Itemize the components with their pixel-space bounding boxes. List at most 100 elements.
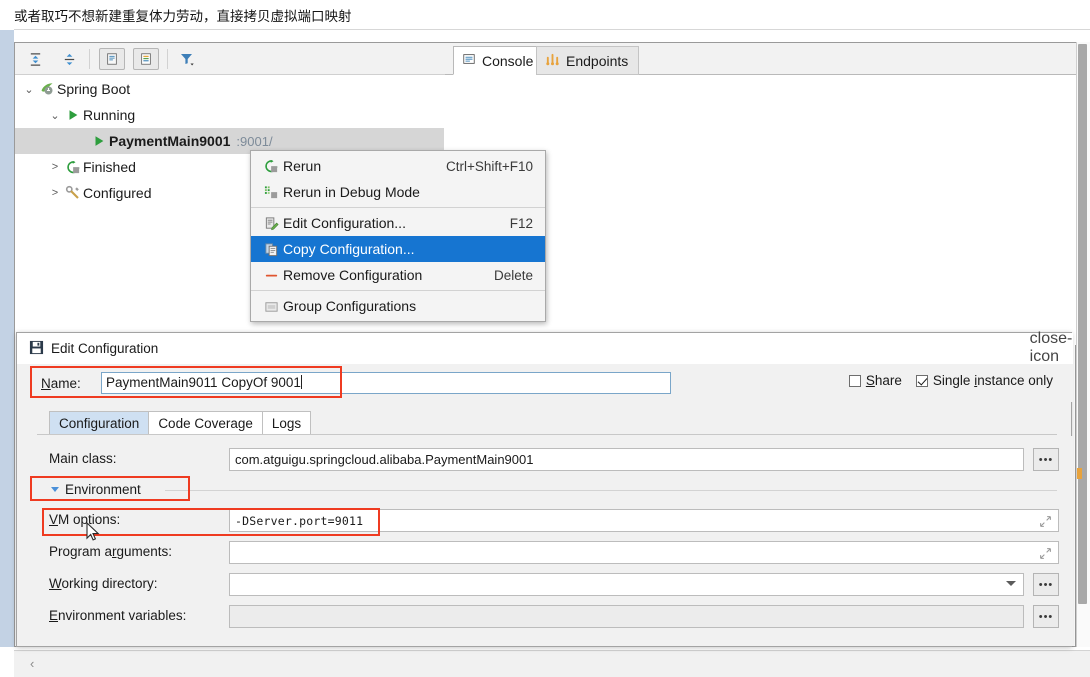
tree-node-label: Running bbox=[83, 107, 136, 123]
menu-item-copy-configuration[interactable]: Copy Configuration... bbox=[251, 236, 545, 262]
menu-item-label: Edit Configuration... bbox=[283, 215, 406, 231]
environment-variables-input[interactable] bbox=[229, 605, 1024, 628]
wrench-icon bbox=[63, 185, 83, 201]
close-icon[interactable]: close-icon bbox=[1030, 330, 1073, 365]
menu-item-label: Rerun in Debug Mode bbox=[283, 184, 420, 200]
program-arguments-label: Program arguments: bbox=[49, 544, 173, 559]
single-instance-checkbox[interactable]: Single instance only bbox=[915, 373, 1053, 388]
remove-minus-icon bbox=[259, 268, 283, 283]
program-arguments-input[interactable] bbox=[229, 541, 1059, 564]
tree-node-running[interactable]: ⌄ Running bbox=[15, 102, 444, 128]
menu-item-label: Remove Configuration bbox=[283, 267, 423, 283]
menu-separator bbox=[251, 207, 545, 208]
collapse-all-icon[interactable] bbox=[57, 48, 81, 70]
section-divider bbox=[165, 490, 1057, 491]
menu-item-label: Rerun bbox=[283, 158, 322, 174]
chevron-down-icon[interactable]: ⌄ bbox=[21, 83, 37, 96]
main-class-label: Main class: bbox=[49, 451, 117, 466]
tree-node-label: Spring Boot bbox=[57, 81, 131, 97]
environment-variables-browse-button[interactable]: ••• bbox=[1033, 605, 1059, 628]
show-console-icon[interactable] bbox=[99, 48, 125, 70]
chevron-down-icon[interactable] bbox=[1006, 581, 1016, 586]
menu-item-remove-configuration[interactable]: Remove Configuration Delete bbox=[251, 262, 545, 288]
working-directory-input[interactable] bbox=[229, 573, 1024, 596]
vertical-scrollbar-thumb[interactable] bbox=[1078, 44, 1087, 604]
caption-text: 或者取巧不想新建重复体力劳动，直接拷贝虚拟端口映射 bbox=[14, 9, 352, 25]
tab-logs[interactable]: Logs bbox=[261, 411, 312, 435]
field-row-program-arguments: Program arguments: bbox=[17, 541, 1073, 565]
vm-options-label: VM options: bbox=[49, 512, 121, 527]
menu-item-label: Group Configurations bbox=[283, 298, 417, 314]
field-row-main-class: Main class: com.atguigu.springcloud.alib… bbox=[17, 448, 1073, 472]
collapse-left-icon[interactable]: ‹ bbox=[30, 656, 34, 671]
menu-item-rerun[interactable]: Rerun Ctrl+Shift+F10 bbox=[251, 153, 545, 179]
chevron-down-icon[interactable] bbox=[51, 487, 59, 492]
chevron-right-icon[interactable]: > bbox=[47, 187, 63, 199]
environment-section-header[interactable]: Environment bbox=[17, 481, 1073, 499]
tab-code-coverage[interactable]: Code Coverage bbox=[148, 411, 263, 435]
edit-configuration-icon bbox=[259, 216, 283, 231]
menu-item-edit-configuration[interactable]: Edit Configuration... F12 bbox=[251, 210, 545, 236]
tab-endpoints[interactable]: Endpoints bbox=[536, 46, 640, 75]
menu-item-shortcut: Ctrl+Shift+F10 bbox=[445, 158, 533, 174]
menu-item-shortcut: F12 bbox=[509, 215, 533, 231]
tab-console[interactable]: Console bbox=[453, 46, 545, 75]
vm-options-value: -DServer.port=9011 bbox=[235, 513, 364, 528]
toolbar-separator-2 bbox=[167, 49, 168, 69]
working-directory-browse-button[interactable]: ••• bbox=[1033, 573, 1059, 596]
dialog-checkboxes: Share Single instance only bbox=[848, 373, 1053, 388]
intellij-save-icon bbox=[29, 340, 44, 358]
name-label: Name: bbox=[41, 375, 81, 391]
copy-configuration-icon bbox=[259, 242, 283, 257]
show-test-output-icon[interactable] bbox=[133, 48, 159, 70]
run-context-menu[interactable]: Rerun Ctrl+Shift+F10 Rerun in Debug Mode bbox=[250, 150, 546, 322]
dialog-tabs-underline bbox=[37, 434, 1057, 435]
debug-rerun-icon bbox=[259, 185, 283, 200]
tab-configuration[interactable]: Configuration bbox=[49, 411, 150, 435]
filter-icon[interactable] bbox=[175, 48, 199, 70]
mouse-cursor bbox=[86, 521, 102, 547]
menu-item-shortcut: Delete bbox=[493, 267, 533, 283]
menu-item-group-configurations[interactable]: Group Configurations bbox=[251, 293, 545, 319]
field-row-vm-options: VM options: -DServer.port=9011 bbox=[17, 509, 1073, 533]
environment-label: Environment bbox=[65, 482, 141, 497]
main-class-input[interactable]: com.atguigu.springcloud.alibaba.PaymentM… bbox=[229, 448, 1024, 471]
vm-options-input[interactable]: -DServer.port=9011 bbox=[229, 509, 1059, 532]
expand-editor-icon[interactable] bbox=[1039, 515, 1052, 528]
configuration-form: Main class: com.atguigu.springcloud.alib… bbox=[17, 436, 1073, 646]
text-caret bbox=[300, 375, 302, 389]
expand-editor-icon[interactable] bbox=[1039, 547, 1052, 560]
left-gutter bbox=[0, 30, 14, 647]
chevron-down-icon[interactable]: ⌄ bbox=[47, 109, 63, 122]
chevron-right-icon[interactable]: > bbox=[47, 161, 63, 173]
name-input[interactable]: PaymentMain9011 CopyOf 9001 bbox=[101, 372, 671, 394]
environment-variables-label: Environment variables: bbox=[49, 608, 187, 623]
menu-item-label: Copy Configuration... bbox=[283, 241, 415, 257]
toolbar-separator-1 bbox=[89, 49, 90, 69]
run-green-icon bbox=[89, 134, 109, 148]
run-toolbar bbox=[15, 43, 445, 75]
share-checkbox[interactable]: Share bbox=[848, 373, 902, 388]
dialog-tabs[interactable]: Configuration Code Coverage Logs bbox=[49, 411, 312, 435]
run-green-icon bbox=[63, 108, 83, 122]
tab-label: Console bbox=[482, 52, 534, 69]
rerun-icon bbox=[63, 160, 83, 175]
tree-node-spring-boot[interactable]: ⌄ Spring Boot bbox=[15, 76, 444, 102]
single-instance-label: Single instance only bbox=[932, 373, 1053, 388]
endpoints-icon bbox=[545, 52, 560, 70]
field-row-working-directory: Working directory: ••• bbox=[17, 573, 1073, 597]
share-label: Share bbox=[865, 373, 902, 388]
spring-boot-icon bbox=[37, 81, 57, 97]
edit-configuration-dialog: Edit Configuration close-icon Name: Paym… bbox=[16, 330, 1073, 647]
main-class-browse-button[interactable]: ••• bbox=[1033, 448, 1059, 471]
menu-item-rerun-debug[interactable]: Rerun in Debug Mode bbox=[251, 179, 545, 205]
caption-strip: 或者取巧不想新建重复体力劳动，直接拷贝虚拟端口映射 bbox=[0, 0, 1090, 30]
tree-node-sublabel: :9001/ bbox=[236, 133, 273, 149]
dialog-title: Edit Configuration bbox=[51, 341, 159, 356]
field-row-environment-variables: Environment variables: ••• bbox=[17, 605, 1073, 629]
caption-divider bbox=[14, 29, 1090, 30]
tab-label: Code Coverage bbox=[158, 416, 253, 431]
expand-all-icon[interactable] bbox=[23, 48, 47, 70]
checkbox-box-checked bbox=[915, 375, 928, 387]
scrollbar-marker bbox=[1077, 468, 1082, 479]
